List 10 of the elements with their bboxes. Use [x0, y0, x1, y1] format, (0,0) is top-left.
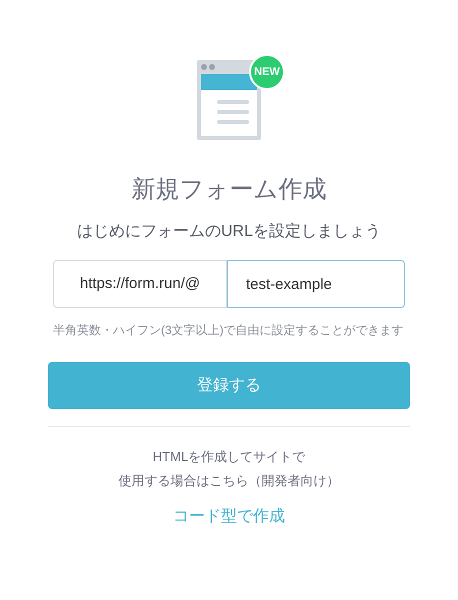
- subtitle: はじめにフォームのURLを設定しましょう: [76, 222, 381, 242]
- developer-note: 使用する場合はこちら（開発者向け）: [118, 472, 340, 490]
- register-button[interactable]: 登録する: [48, 362, 410, 409]
- url-input-field[interactable]: test-example: [227, 260, 405, 308]
- page-title: 新規フォーム作成: [132, 175, 326, 205]
- code-type-link[interactable]: コード型で作成: [173, 505, 285, 529]
- url-prefix: https://form.run/@: [53, 260, 227, 308]
- developer-note: HTMLを作成してサイトで: [152, 448, 306, 466]
- hint-text: 半角英数・ハイフン(3文字以上)で自由に設定することができます: [53, 322, 405, 339]
- new-badge: NEW: [249, 54, 285, 90]
